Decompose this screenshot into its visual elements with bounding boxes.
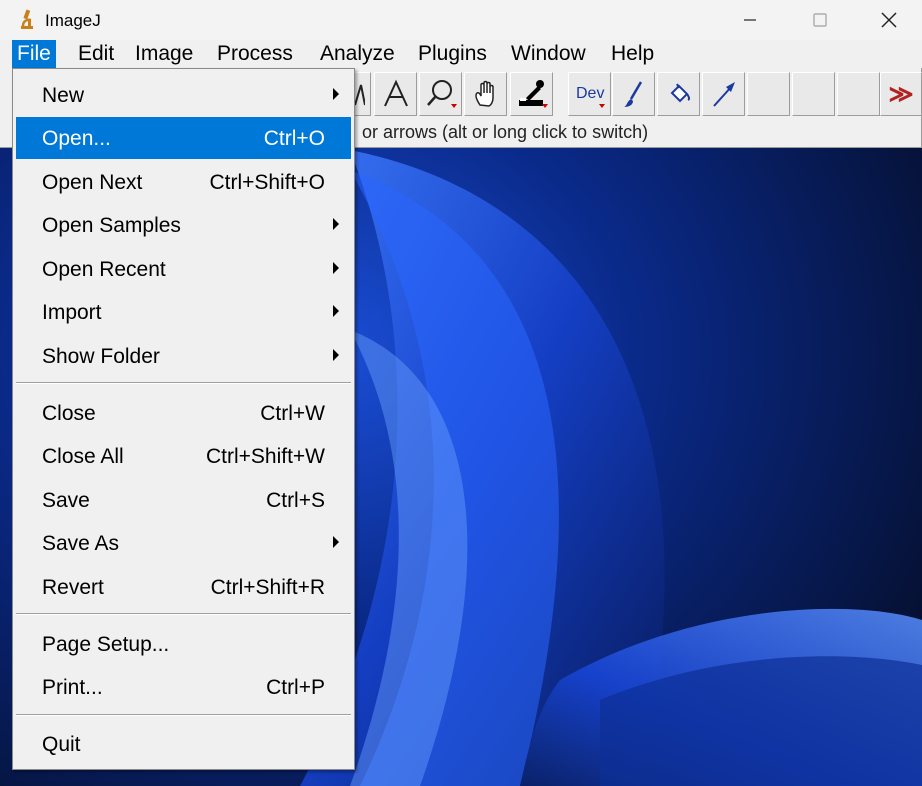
text-tool-icon bbox=[383, 79, 408, 107]
menu-item-show-folder[interactable]: Show Folder bbox=[16, 335, 351, 377]
menu-file[interactable]: File bbox=[12, 40, 56, 68]
menu-item-revert[interactable]: Revert Ctrl+Shift+R bbox=[16, 566, 351, 608]
menu-item-close[interactable]: Close Ctrl+W bbox=[16, 392, 351, 434]
color-picker-tool-button[interactable] bbox=[510, 72, 553, 116]
menu-process[interactable]: Process bbox=[212, 40, 298, 68]
maximize-icon bbox=[813, 13, 827, 27]
maximize-button[interactable] bbox=[797, 0, 843, 40]
menu-item-open-samples[interactable]: Open Samples bbox=[16, 204, 351, 246]
close-icon bbox=[881, 12, 897, 28]
title-bar[interactable]: ImageJ bbox=[0, 0, 922, 40]
dev-tool-button[interactable]: Dev bbox=[568, 72, 611, 116]
menu-item-open-next[interactable]: Open Next Ctrl+Shift+O bbox=[16, 161, 351, 203]
close-button[interactable] bbox=[866, 0, 912, 40]
submenu-arrow-icon bbox=[333, 536, 339, 548]
menu-separator bbox=[16, 714, 351, 716]
menu-window[interactable]: Window bbox=[506, 40, 591, 68]
minimize-icon bbox=[744, 19, 756, 21]
submenu-arrow-icon bbox=[333, 88, 339, 100]
submenu-arrow-icon bbox=[333, 305, 339, 317]
menu-item-close-all[interactable]: Close All Ctrl+Shift+W bbox=[16, 435, 351, 477]
color-picker-icon bbox=[518, 80, 548, 108]
menu-item-print[interactable]: Print... Ctrl+P bbox=[16, 666, 351, 708]
menu-separator bbox=[16, 613, 351, 615]
menu-item-save[interactable]: Save Ctrl+S bbox=[16, 479, 351, 521]
arrow-tool-button[interactable] bbox=[702, 72, 745, 116]
minimize-button[interactable] bbox=[727, 0, 773, 40]
window-title: ImageJ bbox=[45, 11, 101, 30]
magnifier-icon bbox=[426, 80, 457, 108]
menu-item-open[interactable]: Open... Ctrl+O bbox=[16, 117, 351, 159]
hand-scroll-icon bbox=[474, 80, 494, 107]
empty-tool-slot[interactable] bbox=[747, 72, 790, 116]
empty-tool-slot[interactable] bbox=[837, 72, 880, 116]
empty-tool-slot[interactable] bbox=[792, 72, 835, 116]
flood-fill-tool-button[interactable] bbox=[657, 72, 700, 116]
menu-edit[interactable]: Edit bbox=[73, 40, 119, 68]
svg-text:Dev: Dev bbox=[576, 85, 604, 102]
menu-item-import[interactable]: Import bbox=[16, 291, 351, 333]
magnifier-tool-button[interactable] bbox=[419, 72, 462, 116]
menu-item-open-recent[interactable]: Open Recent bbox=[16, 248, 351, 290]
more-tools-button[interactable]: ≫ bbox=[880, 72, 922, 116]
menu-item-page-setup[interactable]: Page Setup... bbox=[16, 623, 351, 665]
status-text: or arrows (alt or long click to switch) bbox=[362, 122, 649, 142]
menu-item-save-as[interactable]: Save As bbox=[16, 522, 351, 564]
submenu-arrow-icon bbox=[333, 349, 339, 361]
menu-separator bbox=[16, 382, 351, 384]
flood-fill-icon bbox=[670, 83, 690, 103]
menu-bar: File Edit Image Process Analyze Plugins … bbox=[0, 40, 922, 68]
brush-icon bbox=[623, 81, 642, 107]
menu-analyze[interactable]: Analyze bbox=[315, 40, 400, 68]
hand-tool-button[interactable] bbox=[464, 72, 507, 116]
menu-item-new[interactable]: New bbox=[16, 74, 351, 116]
more-tools-icon: ≫ bbox=[888, 80, 914, 108]
submenu-arrow-icon bbox=[333, 218, 339, 230]
menu-plugins[interactable]: Plugins bbox=[413, 40, 492, 68]
file-menu-dropdown: New Open... Ctrl+O Open Next Ctrl+Shift+… bbox=[12, 68, 355, 770]
dev-tool-icon: Dev bbox=[576, 85, 605, 108]
menu-image[interactable]: Image bbox=[130, 40, 198, 68]
microscope-icon bbox=[21, 9, 33, 29]
submenu-arrow-icon bbox=[333, 262, 339, 274]
arrow-tool-icon bbox=[712, 82, 735, 107]
brush-tool-button[interactable] bbox=[612, 72, 655, 116]
menu-item-quit[interactable]: Quit bbox=[16, 723, 351, 765]
menu-help[interactable]: Help bbox=[606, 40, 659, 68]
text-tool-button[interactable] bbox=[374, 72, 417, 116]
